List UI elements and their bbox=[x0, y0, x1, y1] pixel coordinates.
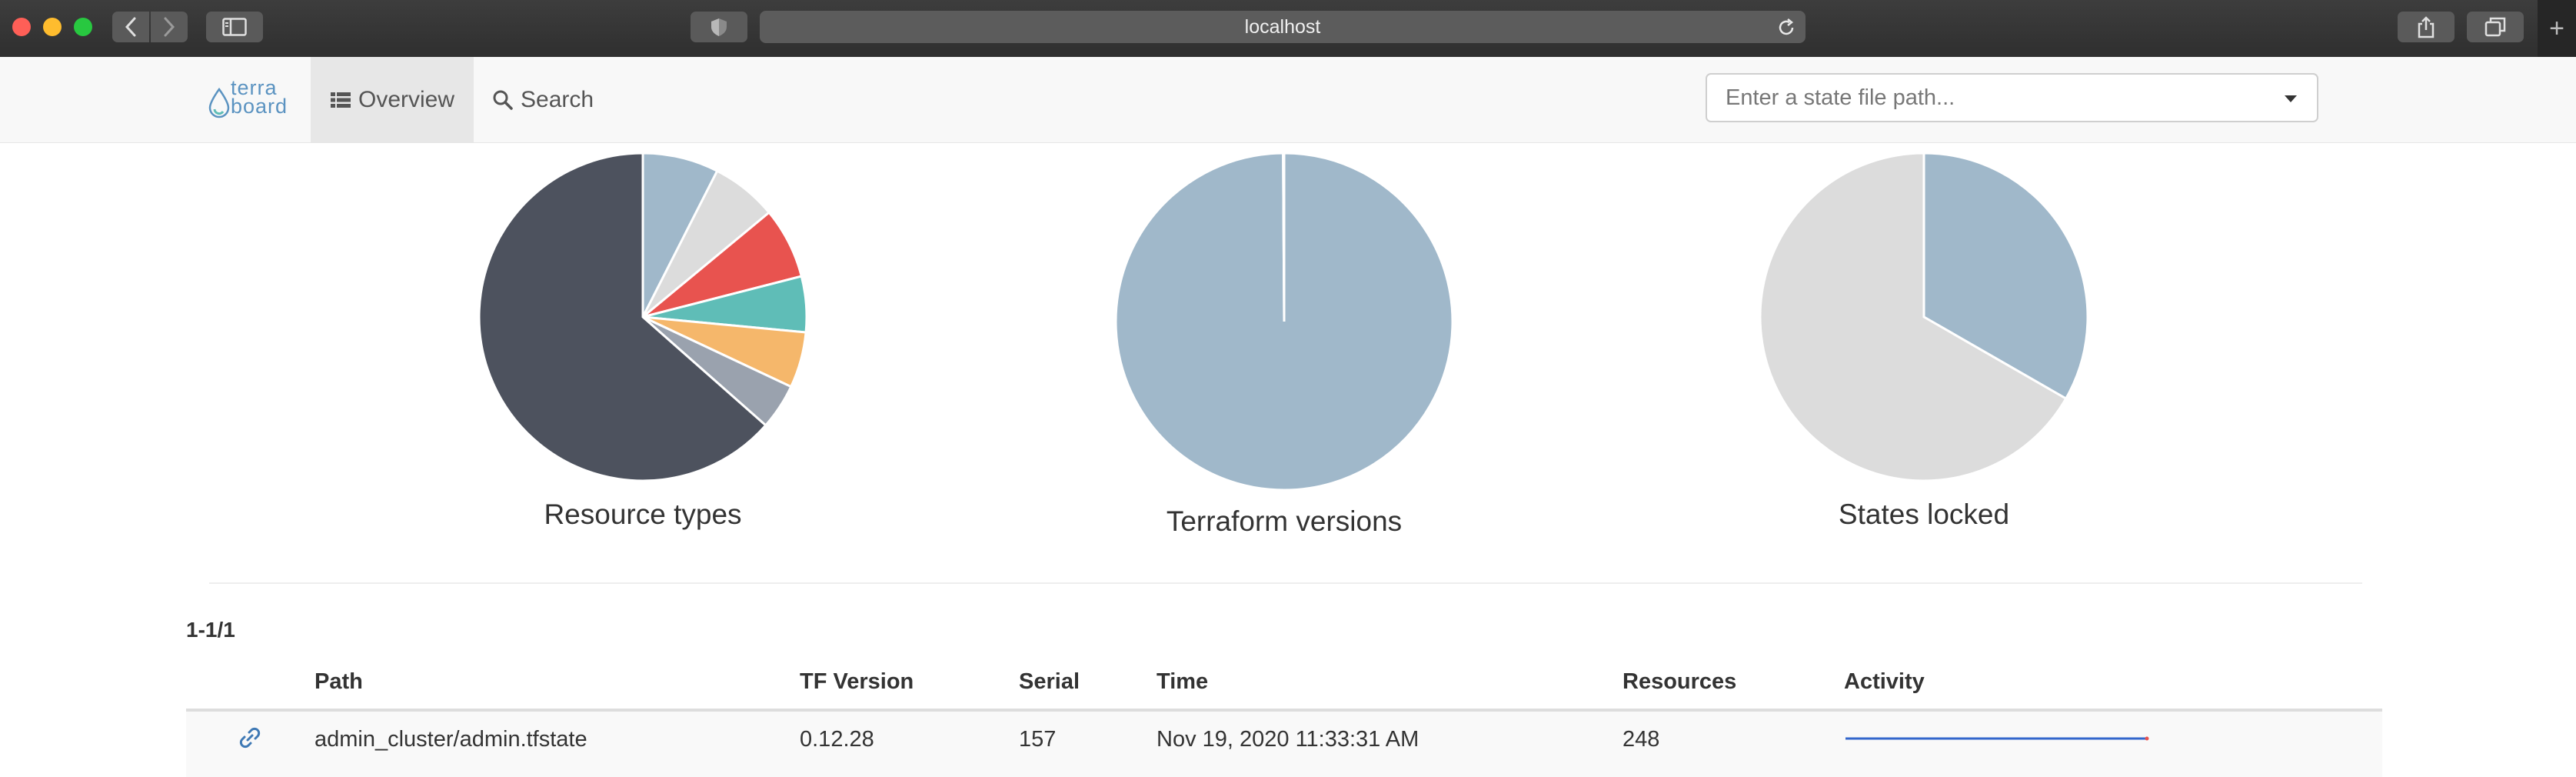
sidebar-button[interactable] bbox=[206, 12, 263, 42]
nav-overview-label: Overview bbox=[358, 86, 455, 112]
cell-serial: 157 bbox=[1019, 727, 1057, 752]
share-button[interactable] bbox=[2398, 12, 2455, 42]
browser-toolbar: localhost + bbox=[0, 0, 2576, 58]
share-icon bbox=[2418, 16, 2435, 38]
sparkline-endpoint bbox=[2145, 736, 2149, 741]
column-header-tf-version[interactable]: TF Version bbox=[800, 669, 914, 695]
search-icon bbox=[493, 90, 513, 110]
address-text: localhost bbox=[1244, 15, 1321, 38]
column-header-time[interactable]: Time bbox=[1157, 669, 1208, 695]
close-window-button[interactable] bbox=[12, 18, 31, 36]
states-locked-chart bbox=[1759, 152, 2089, 482]
plus-icon: + bbox=[2549, 13, 2564, 43]
result-count: 1-1/1 bbox=[186, 618, 235, 642]
section-divider bbox=[209, 582, 2362, 584]
forward-icon bbox=[164, 17, 175, 37]
app-navbar: terra board Overview Search Enter a stat… bbox=[0, 57, 2576, 143]
cell-tf-version: 0.12.28 bbox=[800, 727, 874, 752]
chevron-down-icon bbox=[2285, 95, 2297, 102]
new-tab-button[interactable]: + bbox=[2538, 0, 2576, 57]
terraform-versions-title: Terraform versions bbox=[1166, 505, 1403, 537]
column-header-serial[interactable]: Serial bbox=[1019, 669, 1080, 695]
pie-1-slice-1[interactable] bbox=[1282, 152, 1286, 322]
link-icon[interactable] bbox=[238, 725, 262, 750]
tabs-icon bbox=[2484, 17, 2506, 37]
nav-search[interactable]: Search bbox=[492, 57, 594, 142]
resource-types-title: Resource types bbox=[544, 499, 742, 530]
nav-search-label: Search bbox=[521, 86, 594, 112]
logo-text-board: board bbox=[231, 95, 288, 118]
reload-icon[interactable] bbox=[1776, 18, 1796, 38]
cell-resources: 248 bbox=[1622, 727, 1660, 752]
activity-sparkline bbox=[1845, 736, 2149, 741]
back-button[interactable] bbox=[112, 12, 149, 42]
terraform-versions-chart bbox=[1114, 152, 1454, 492]
state-file-select[interactable]: Enter a state file path... bbox=[1706, 73, 2318, 122]
column-header-path[interactable]: Path bbox=[315, 669, 363, 695]
state-file-placeholder: Enter a state file path... bbox=[1726, 85, 1955, 110]
back-icon bbox=[125, 17, 136, 37]
cell-time: Nov 19, 2020 11:33:31 AM bbox=[1157, 727, 1419, 752]
states-locked-title: States locked bbox=[1838, 499, 2010, 530]
list-icon bbox=[330, 92, 351, 108]
cell-path: admin_cluster/admin.tfstate bbox=[315, 727, 587, 752]
shield-icon bbox=[711, 18, 727, 36]
forward-button[interactable] bbox=[151, 12, 188, 42]
zoom-window-button[interactable] bbox=[74, 18, 92, 36]
minimize-window-button[interactable] bbox=[43, 18, 62, 36]
privacy-button[interactable] bbox=[691, 12, 747, 42]
nav-overview[interactable]: Overview bbox=[311, 57, 474, 142]
column-header-activity: Activity bbox=[1844, 669, 1925, 694]
resource-types-chart bbox=[478, 152, 808, 482]
terraboard-logo[interactable]: terra board bbox=[206, 77, 298, 120]
logo-drop-icon bbox=[208, 88, 230, 118]
column-header-resources[interactable]: Resources bbox=[1622, 669, 1736, 695]
address-bar[interactable]: localhost bbox=[760, 11, 1806, 43]
tabs-overview-button[interactable] bbox=[2467, 12, 2524, 42]
sidebar-icon bbox=[222, 18, 247, 36]
